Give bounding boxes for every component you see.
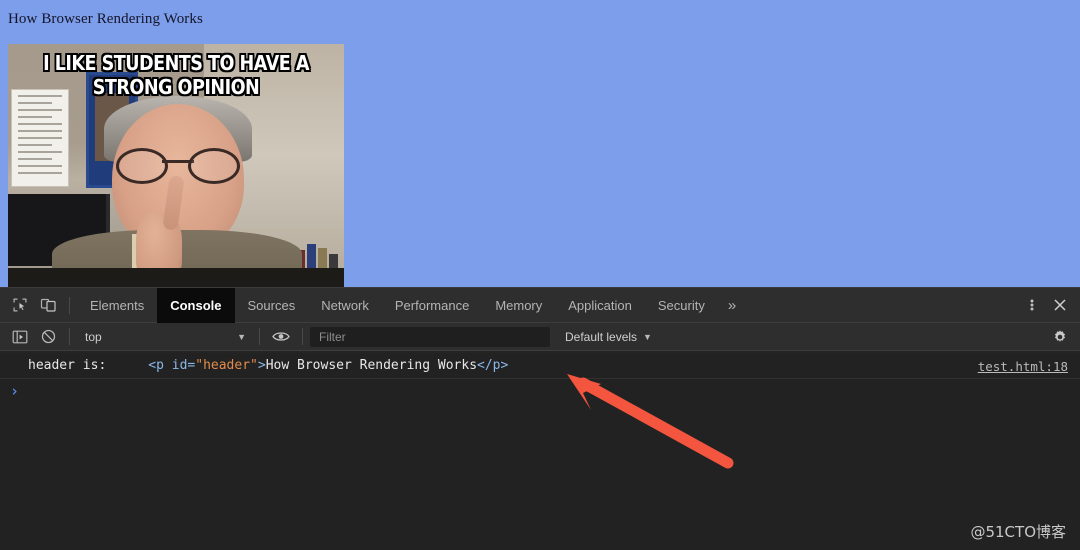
console-prompt-row[interactable]: › — [0, 379, 1080, 403]
console-message-row[interactable]: header is: <p id="header">How Browser Re… — [0, 353, 1080, 379]
tab-console[interactable]: Console — [157, 287, 235, 323]
markup-close-tag: </p> — [477, 358, 509, 373]
chevron-down-icon: ▼ — [237, 331, 246, 342]
console-output-area: header is: <p id="header">How Browser Re… — [0, 353, 1080, 550]
tab-network[interactable]: Network — [308, 292, 382, 319]
tab-security[interactable]: Security — [645, 292, 718, 319]
prompt-caret-icon: › — [10, 382, 20, 400]
tab-memory[interactable]: Memory — [482, 292, 555, 319]
screenshot-root: How Browser Rendering Works I LIKE STUDE… — [0, 0, 1080, 550]
device-toolbar-icon[interactable] — [34, 292, 62, 318]
chevron-down-icon: ▼ — [643, 331, 652, 342]
console-toolbar-divider-2 — [259, 328, 260, 345]
markup-open-tag: <p — [148, 358, 164, 373]
markup-attr-name: id= — [163, 358, 196, 373]
console-prompt-input[interactable] — [26, 380, 1080, 402]
tab-performance[interactable]: Performance — [382, 292, 482, 319]
console-toolbar-divider-3 — [302, 328, 303, 345]
more-tabs-button[interactable]: » — [718, 292, 746, 319]
console-message-markup: <p id="header">How Browser Rendering Wor… — [148, 358, 508, 373]
log-levels-value: Default levels — [565, 329, 638, 344]
markup-gt: > — [257, 358, 266, 373]
watermark: @51CTO博客 — [970, 523, 1066, 541]
meme-image: I LIKE STUDENTS TO HAVE A STRONG OPINION — [8, 44, 344, 290]
execution-context-value: top — [85, 329, 102, 344]
markup-attr-value: "header" — [195, 358, 258, 373]
console-message-label: header is: — [28, 358, 107, 373]
source-link[interactable]: test.html:18 — [978, 359, 1068, 374]
page-title: How Browser Rendering Works — [8, 11, 203, 27]
devtools-tabbar: Elements Console Sources Network Perform… — [0, 287, 1080, 323]
tabbar-divider — [69, 296, 70, 314]
live-expression-icon[interactable] — [267, 324, 295, 350]
devtools-panel: Elements Console Sources Network Perform… — [0, 287, 1080, 550]
more-options-icon[interactable] — [1018, 292, 1046, 318]
meme-person-glasses — [116, 148, 240, 184]
log-levels-select[interactable]: Default levels ▼ — [559, 327, 658, 347]
inspect-element-icon[interactable] — [6, 292, 34, 318]
console-toolbar-divider-1 — [69, 328, 70, 345]
console-sidebar-icon[interactable] — [6, 324, 34, 350]
console-toolbar-right — [1046, 324, 1074, 350]
tab-application[interactable]: Application — [555, 292, 645, 319]
webpage-viewport: How Browser Rendering Works I LIKE STUDE… — [0, 0, 1080, 290]
execution-context-select[interactable]: top ▼ — [77, 327, 252, 347]
tab-sources[interactable]: Sources — [235, 292, 309, 319]
close-devtools-icon[interactable] — [1046, 292, 1074, 318]
settings-icon[interactable] — [1046, 324, 1074, 350]
meme-wall-poster — [12, 90, 68, 186]
tabbar-right-controls — [1018, 292, 1074, 318]
clear-console-icon[interactable] — [34, 324, 62, 350]
tab-elements[interactable]: Elements — [77, 292, 157, 319]
filter-input[interactable] — [310, 326, 550, 347]
console-toolbar: top ▼ Default levels ▼ — [0, 323, 1080, 351]
markup-text: How Browser Rendering Works — [265, 358, 478, 373]
